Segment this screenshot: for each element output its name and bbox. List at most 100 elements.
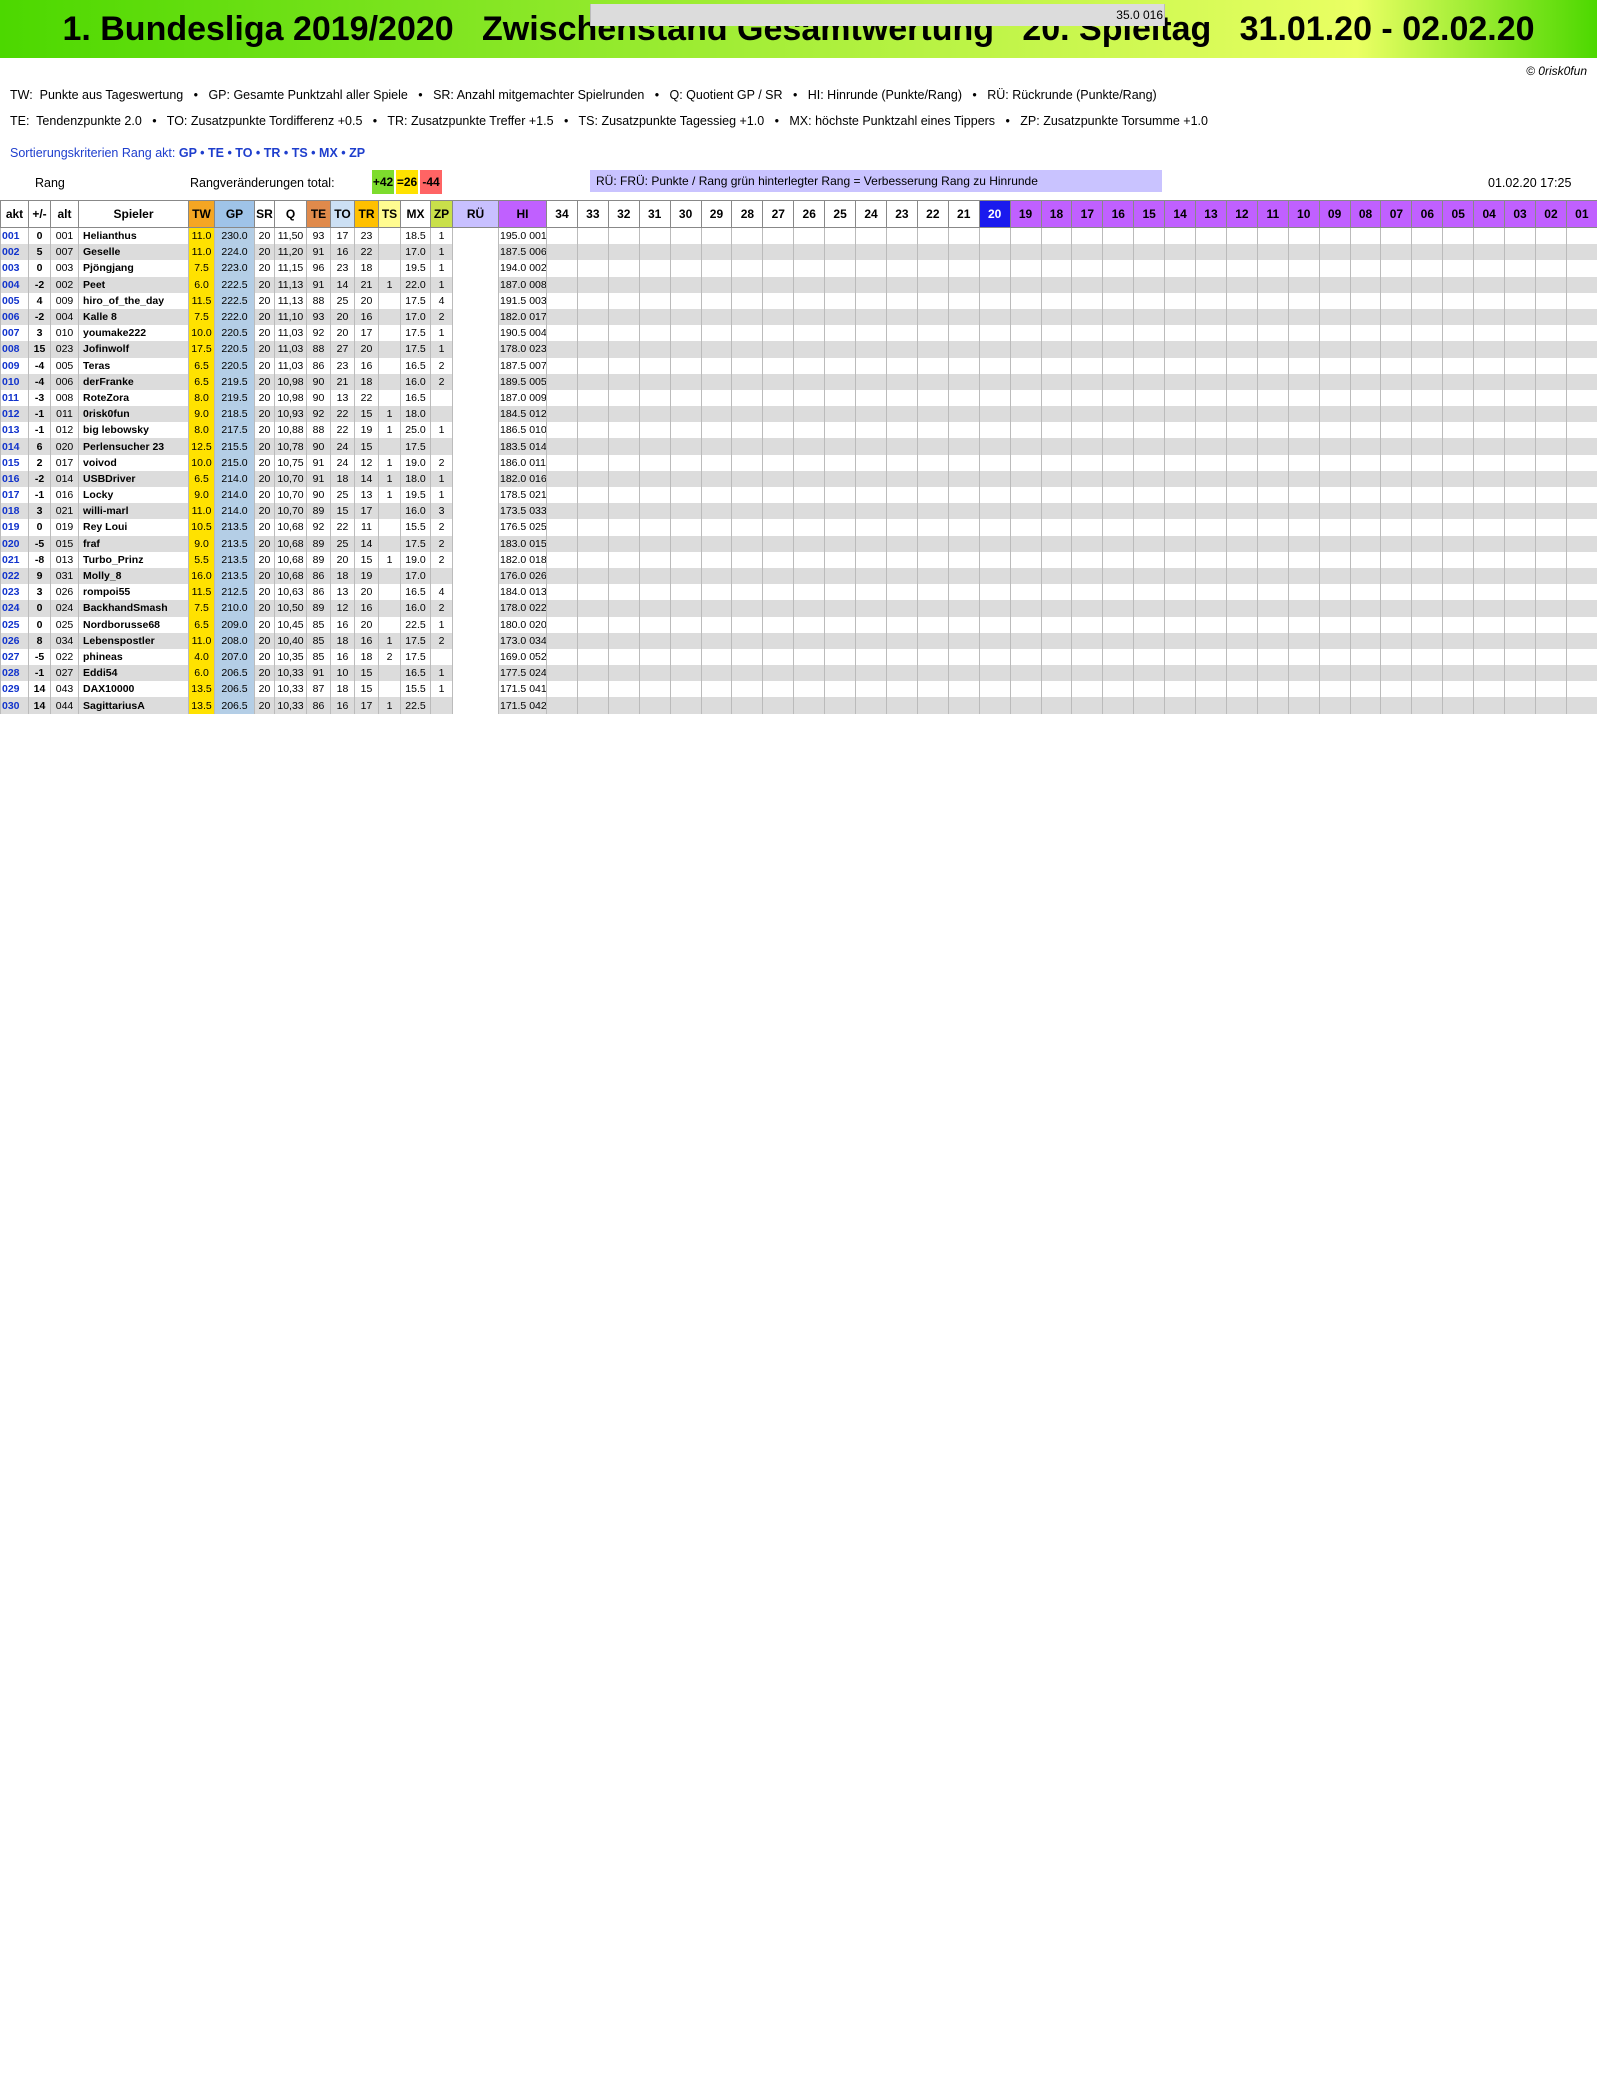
col-header-34[interactable]: 34 — [546, 200, 578, 228]
cell-hi: 184.5 012 — [498, 406, 547, 423]
round-cell — [916, 665, 949, 682]
col-header-23[interactable]: 23 — [885, 200, 918, 228]
col-header-14[interactable]: 14 — [1164, 200, 1197, 228]
col-header-19[interactable]: 19 — [1009, 200, 1042, 228]
cell-hi: 194.0 002 — [498, 260, 547, 277]
round-cell — [1442, 681, 1475, 698]
col-header-akt[interactable]: akt — [0, 200, 29, 228]
col-header-TE[interactable]: TE — [306, 200, 331, 228]
col-header-06[interactable]: 06 — [1411, 200, 1444, 228]
table-row[interactable]: 004-2002Peet6.0222.52011,13911421122.013… — [0, 4, 1597, 293]
round-cell — [762, 244, 795, 261]
table-row[interactable]: 023 3 026 rompoi55 11.5 212.5 20 10,63 86 13 20 16.… — [0, 4, 1597, 601]
cell-te: 91 — [306, 665, 331, 682]
col-header-05[interactable]: 05 — [1442, 200, 1475, 228]
table-row[interactable]: 025 0 025 Nordborusse68 6.5 209.0 20 10,45 85 16 2… — [0, 4, 1597, 633]
col-header-20[interactable]: 20 — [978, 200, 1011, 228]
table-row[interactable]: 014 6 020 Perlensucher 23 12.5 215.5 20 10,78 90… — [0, 4, 1597, 455]
col-header-HI[interactable]: HI — [498, 200, 547, 228]
col-header-17[interactable]: 17 — [1071, 200, 1104, 228]
col-header-18[interactable]: 18 — [1040, 200, 1073, 228]
table-row[interactable]: 006 -2 004 Kalle 8 7.5 222.0 20 11,10 93 20 16 17.0… — [0, 4, 1597, 326]
round-cell — [1009, 681, 1042, 698]
table-row[interactable]: 018 3 021 willi-marl 11.0 214.0 20 10,70 89 15 17 1… — [0, 4, 1597, 520]
table-row[interactable]: 030 14 044 SagittariusA 13.5 206.5 20 10,33 86 16… — [0, 4, 1597, 714]
col-header-MX[interactable]: MX — [400, 200, 431, 228]
col-header-TW[interactable]: TW — [188, 200, 215, 228]
round-cell — [1225, 632, 1258, 649]
col-header-GP[interactable]: GP — [214, 200, 255, 228]
col-header-ZP[interactable]: ZP — [430, 200, 453, 228]
table-row[interactable]: 007 3 010 youmake222 10.0 220.5 20 11,03 92 20 17 1… — [0, 4, 1597, 342]
round-cell — [1164, 470, 1197, 487]
table-row[interactable]: 027 -5 022 phineas 4.0 207.0 20 10,35 85 16 18 2 17.… — [0, 4, 1597, 666]
col-header-Spieler[interactable]: Spieler — [78, 200, 189, 228]
col-header-TR[interactable]: TR — [354, 200, 379, 228]
col-header-31[interactable]: 31 — [638, 200, 671, 228]
table-row[interactable]: 010 -4 006 derFranke 6.5 219.5 20 10,98 90 21 18 16… — [0, 4, 1597, 390]
table-row[interactable]: 024 0 024 BackhandSmash 7.5 210.0 20 10,50 89 12 1… — [0, 4, 1597, 617]
col-header-04[interactable]: 04 — [1473, 200, 1506, 228]
table-row[interactable]: 016 -2 014 USBDriver 6.5 214.0 20 10,70 91 18 14 1 1… — [0, 4, 1597, 487]
col-header-28[interactable]: 28 — [731, 200, 764, 228]
cell-ts — [378, 600, 401, 617]
col-header-24[interactable]: 24 — [855, 200, 887, 228]
cell-ts — [378, 373, 401, 390]
col-header-25[interactable]: 25 — [824, 200, 857, 228]
col-header-03[interactable]: 03 — [1504, 200, 1536, 228]
col-header-01[interactable]: 01 — [1565, 200, 1597, 228]
round-cell — [1411, 227, 1444, 245]
cell-zp — [430, 697, 453, 714]
round-cell — [855, 227, 887, 245]
cell-zp: 2 — [430, 600, 453, 617]
col-header-09[interactable]: 09 — [1318, 200, 1351, 228]
col-header-11[interactable]: 11 — [1256, 200, 1289, 228]
col-header-21[interactable]: 21 — [947, 200, 980, 228]
table-row[interactable]: 019 0 019 Rey Loui 10.5 213.5 20 10,68 92 22 11 15.… — [0, 4, 1597, 536]
table-row[interactable]: 017 -1 016 Locky 9.0 214.0 20 10,70 90 25 13 1 19.5 1… — [0, 4, 1597, 504]
col-header-22[interactable]: 22 — [916, 200, 949, 228]
col-header-10[interactable]: 10 — [1287, 200, 1320, 228]
col-header-alt[interactable]: alt — [50, 200, 79, 228]
round-cell — [1164, 616, 1197, 633]
col-header-15[interactable]: 15 — [1133, 200, 1166, 228]
round-cell — [824, 406, 857, 423]
cell-zp: 2 — [430, 551, 453, 568]
table-row[interactable]: 021 -8 013 Turbo_Prinz 5.5 213.5 20 10,68 89 20 15… — [0, 4, 1597, 568]
col-header-TS[interactable]: TS — [378, 200, 401, 228]
round-cell — [824, 325, 857, 342]
col-header-08[interactable]: 08 — [1349, 200, 1382, 228]
col-header-SR[interactable]: SR — [254, 200, 275, 228]
col-header-12[interactable]: 12 — [1225, 200, 1258, 228]
table-row[interactable]: 011 -3 008 RoteZora 8.0 219.5 20 10,98 90 13 22 16.… — [0, 4, 1597, 407]
table-row[interactable]: 008 15 023 Jofinwolf 17.5 220.5 20 11,03 88 27 20 1… — [0, 4, 1597, 358]
col-header-02[interactable]: 02 — [1535, 200, 1567, 228]
col-header-16[interactable]: 16 — [1102, 200, 1135, 228]
col-header-13[interactable]: 13 — [1195, 200, 1227, 228]
col-header-Q[interactable]: Q — [274, 200, 307, 228]
table-row[interactable]: 003 0 003 Pjöngjang 7.5 223.0 20 11,15 96 23 18 19.… — [0, 4, 1597, 277]
table-row[interactable]: 022 9 031 Molly_8 16.0 213.5 20 10,68 86 18 19 17.0… — [0, 4, 1597, 585]
table-row[interactable]: 005 4 009 hiro_of_the_day 11.5 222.5 20 11,13 88… — [0, 4, 1597, 309]
col-header-30[interactable]: 30 — [669, 200, 702, 228]
table-row[interactable]: 009-4005Teras6.5220.52011,0386231616.523… — [0, 4, 1597, 374]
table-row[interactable]: 002 5 007 Geselle 11.0 224.0 20 11,20 91 16 22 17.0… — [0, 4, 1597, 261]
table-row[interactable]: 013 -1 012 big lebowsky 8.0 217.5 20 10,88 88 22 1… — [0, 4, 1597, 439]
table-row[interactable]: 029 14 043 DAX10000 13.5 206.5 20 10,33 87 18 15 15… — [0, 4, 1597, 698]
table-row[interactable]: 001 0 001 Helianthus 11.0 230.0 20 11,50 93 17 23 1… — [0, 4, 1597, 245]
col-header-TO[interactable]: TO — [330, 200, 355, 228]
table-row[interactable]: 028 -1 027 Eddi54 6.0 206.5 20 10,33 91 10 15 16.5 1… — [0, 4, 1597, 682]
round-cell — [1473, 681, 1506, 698]
col-header-RÜ[interactable]: RÜ — [452, 200, 499, 228]
col-header-07[interactable]: 07 — [1380, 200, 1413, 228]
col-header-26[interactable]: 26 — [793, 200, 826, 228]
table-row[interactable]: 012 -1 011 0risk0fun 9.0 218.5 20 10,93 92 22 15 1 1… — [0, 4, 1597, 423]
table-row[interactable]: 026 8 034 Lebenspostler 11.0 208.0 20 10,40 85 18… — [0, 4, 1597, 649]
table-row[interactable]: 020-5015fraf9.0213.52010,6889251417.5230… — [0, 4, 1597, 552]
col-header-+/-[interactable]: +/- — [28, 200, 51, 228]
table-row[interactable]: 015 2 017 voivod 10.0 215.0 20 10,75 91 24 12 1 19.0… — [0, 4, 1597, 471]
col-header-29[interactable]: 29 — [700, 200, 733, 228]
col-header-32[interactable]: 32 — [607, 200, 640, 228]
col-header-33[interactable]: 33 — [576, 200, 609, 228]
col-header-27[interactable]: 27 — [762, 200, 795, 228]
